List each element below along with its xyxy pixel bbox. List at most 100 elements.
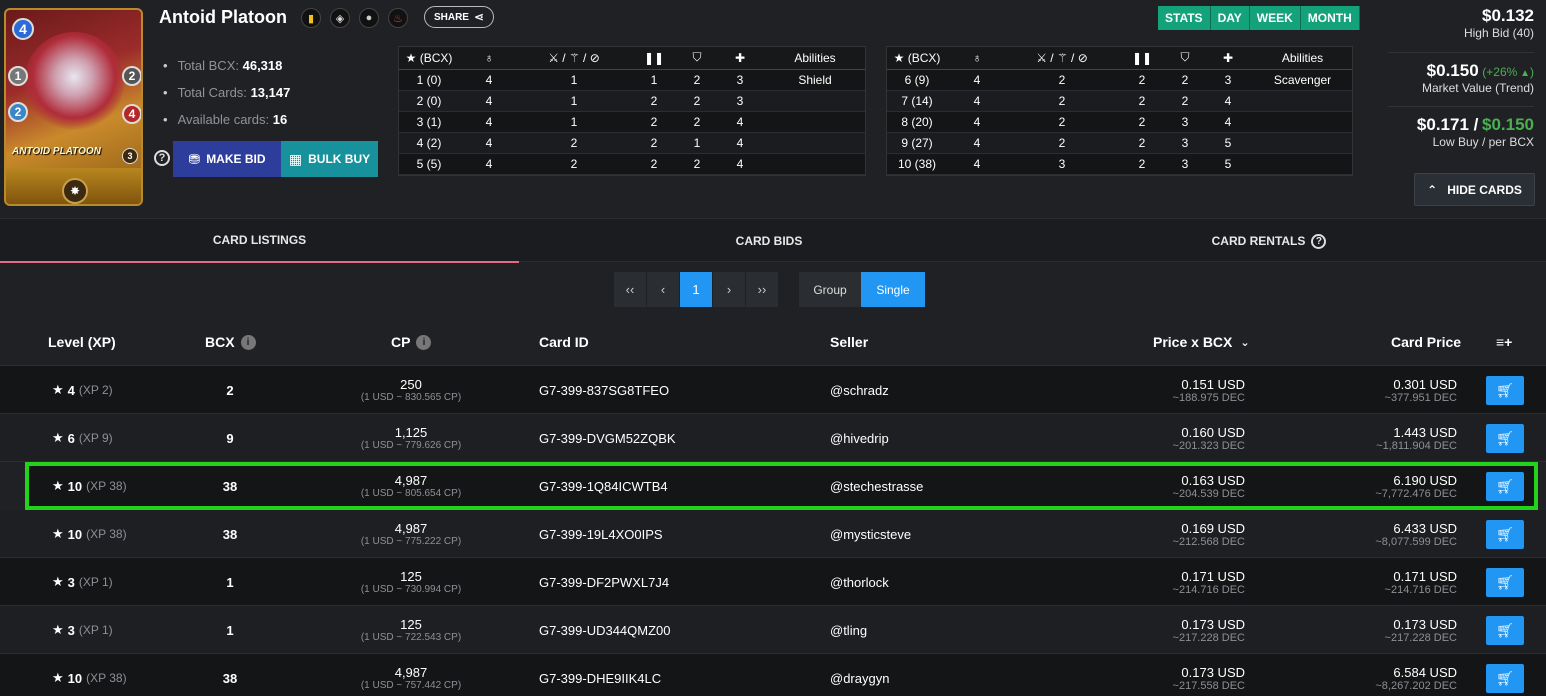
- first-page-button[interactable]: ‹‹: [614, 272, 647, 307]
- group-mode-button[interactable]: Group: [799, 272, 861, 307]
- tab-month[interactable]: MONTH: [1300, 6, 1360, 30]
- card-id-cell[interactable]: G7-399-1Q84ICWTB4: [539, 462, 668, 510]
- star-icon: ★: [52, 478, 64, 493]
- table-row[interactable]: ★ 10 (XP 38) 38 4,987 (1 USD ~ 757.442 C…: [0, 654, 1546, 696]
- total-cards: Total Cards: 13,147: [163, 79, 291, 106]
- level-cell: 4: [947, 69, 1007, 91]
- cp-cell: 4,987 (1 USD ~ 775.222 CP): [360, 521, 462, 547]
- col-bcx[interactable]: BCX i: [205, 318, 256, 366]
- level-cell: 5: [1203, 153, 1253, 175]
- tab-card-bids[interactable]: CARD BIDS: [519, 219, 1019, 263]
- make-bid-button[interactable]: ⛃ MAKE BID: [173, 141, 281, 177]
- divider: [1388, 106, 1534, 107]
- level-table-left: ★ (BCX) ♁ ⚔ / ⚚ / ⊘ ❚❚ ⛉ ✚ Abilities 1 (…: [398, 46, 866, 176]
- level-cell: [1253, 132, 1352, 154]
- type-icon: ●: [359, 8, 379, 28]
- table-row[interactable]: ★ 10 (XP 38) 38 4,987 (1 USD ~ 775.222 C…: [0, 510, 1546, 558]
- col-card-price[interactable]: Card Price: [1391, 318, 1461, 366]
- tab-week[interactable]: WEEK: [1249, 6, 1301, 30]
- prev-page-button[interactable]: ‹: [647, 272, 680, 307]
- card-art: [24, 32, 124, 132]
- cp-cell: 125 (1 USD ~ 730.994 CP): [360, 569, 462, 595]
- card-id-cell[interactable]: G7-399-837SG8TFEO: [539, 366, 669, 414]
- col-cp[interactable]: CP i: [391, 318, 432, 366]
- single-mode-button[interactable]: Single: [861, 272, 925, 307]
- add-to-cart-button[interactable]: 🛒︎: [1486, 664, 1524, 693]
- tab-card-listings[interactable]: CARD LISTINGS: [0, 219, 519, 263]
- cp-cell: 1,125 (1 USD ~ 779.626 CP): [360, 425, 462, 451]
- market-trend: (+26%: [1482, 65, 1518, 79]
- level-cell: 2: [1007, 69, 1117, 91]
- seller-cell[interactable]: @hivedrip: [830, 414, 889, 462]
- level-cell: ★ 4 (XP 2): [52, 382, 113, 398]
- period-tabs: STATS DAY WEEK MONTH: [1158, 6, 1360, 30]
- level-cell: 4: [715, 153, 765, 175]
- add-to-cart-button[interactable]: 🛒︎: [1486, 520, 1524, 549]
- level-cell: 4: [459, 111, 519, 133]
- card-id-cell[interactable]: G7-399-DVGM52ZQBK: [539, 414, 676, 462]
- level-cell: 3: [1007, 153, 1117, 175]
- hide-cards-button[interactable]: ⌃ HIDE CARDS: [1414, 173, 1535, 206]
- card-price-cell: 6.584 USD ~8,267.202 DEC: [1375, 664, 1457, 692]
- page-1-button[interactable]: 1: [680, 272, 713, 307]
- card-id-cell[interactable]: G7-399-UD344QMZ00: [539, 606, 671, 654]
- level-cell: [1253, 153, 1352, 175]
- add-to-cart-button[interactable]: 🛒︎: [1486, 616, 1524, 645]
- add-to-cart-button[interactable]: 🛒︎: [1486, 424, 1524, 453]
- col-card-id[interactable]: Card ID: [539, 318, 589, 366]
- seller-cell[interactable]: @mysticsteve: [830, 510, 911, 558]
- level-cell: 5 (5): [399, 153, 459, 175]
- level-cell: 4: [459, 153, 519, 175]
- table-row[interactable]: ★ 3 (XP 1) 1 125 (1 USD ~ 722.543 CP) G7…: [0, 606, 1546, 654]
- star-icon: ★: [52, 622, 64, 637]
- table-row[interactable]: ★ 3 (XP 1) 1 125 (1 USD ~ 730.994 CP) G7…: [0, 558, 1546, 606]
- last-page-button[interactable]: ››: [746, 272, 779, 307]
- col-price-bcx[interactable]: Price x BCX ⌄: [1153, 318, 1250, 366]
- level-cell: ★ 6 (XP 9): [52, 430, 113, 446]
- card-id-cell[interactable]: G7-399-DHE9IIK4LC: [539, 654, 661, 696]
- card-image[interactable]: 4 1 2 2 4 ANTOID PLATOON 3 ✸: [4, 8, 143, 206]
- seller-cell[interactable]: @stechestrasse: [830, 462, 923, 510]
- col-level-xp[interactable]: Level (XP): [48, 318, 116, 366]
- bcx-cell: 2: [226, 382, 234, 398]
- level-cell: 8 (20): [887, 111, 947, 133]
- tab-day[interactable]: DAY: [1210, 6, 1250, 30]
- add-to-cart-button[interactable]: 🛒︎: [1486, 568, 1524, 597]
- level-row: 4 (2) 4 2 2 1 4: [399, 132, 865, 154]
- column-settings-icon[interactable]: ≡+: [1496, 318, 1512, 366]
- share-button[interactable]: SHARE ⋖: [424, 6, 494, 28]
- level-cell: 3: [1167, 153, 1203, 175]
- bcx-cell: 9: [226, 430, 234, 446]
- cart-icon: 🛒︎: [1496, 430, 1514, 446]
- level-cell: 4: [947, 153, 1007, 175]
- level-cell: [765, 111, 865, 133]
- level-row: 10 (38) 4 3 2 3 5: [887, 153, 1352, 175]
- help-icon[interactable]: ?: [154, 150, 170, 166]
- bulk-buy-button[interactable]: ▦ BULK BUY: [281, 141, 378, 177]
- bcx-cell: 38: [222, 478, 238, 494]
- card-stats-list: Total BCX: 46,318 Total Cards: 13,147 Av…: [163, 52, 291, 133]
- table-row[interactable]: ★ 6 (XP 9) 9 1,125 (1 USD ~ 779.626 CP) …: [0, 414, 1546, 462]
- level-row: 6 (9) 4 2 2 2 3 Scavenger: [887, 69, 1352, 91]
- col-seller[interactable]: Seller: [830, 318, 868, 366]
- seller-cell[interactable]: @thorlock: [830, 558, 889, 606]
- seller-cell[interactable]: @schradz: [830, 366, 889, 414]
- table-row[interactable]: ★ 4 (XP 2) 2 250 (1 USD ~ 830.565 CP) G7…: [0, 366, 1546, 414]
- mana-col-icon: ♁: [459, 47, 519, 70]
- price-bcx-cell: 0.173 USD ~217.228 DEC: [1172, 616, 1245, 644]
- seller-cell[interactable]: @draygyn: [830, 654, 889, 696]
- next-page-button[interactable]: ›: [713, 272, 746, 307]
- card-id-cell[interactable]: G7-399-DF2PWXL7J4: [539, 558, 669, 606]
- level-cell: 4: [459, 132, 519, 154]
- level-cell: 2: [1007, 132, 1117, 154]
- level-cell: 2: [679, 153, 715, 175]
- level-cell: ★ 3 (XP 1): [52, 622, 113, 638]
- card-price-cell: 6.433 USD ~8,077.599 DEC: [1375, 520, 1457, 548]
- card-id-cell[interactable]: G7-399-19L4XO0IPS: [539, 510, 663, 558]
- add-to-cart-button[interactable]: 🛒︎: [1486, 376, 1524, 405]
- tab-card-rentals[interactable]: CARD RENTALS ?: [1019, 219, 1519, 263]
- tab-stats[interactable]: STATS: [1158, 6, 1211, 30]
- seller-cell[interactable]: @tling: [830, 606, 867, 654]
- add-to-cart-button[interactable]: 🛒︎: [1486, 472, 1524, 501]
- table-row[interactable]: ★ 10 (XP 38) 38 4,987 (1 USD ~ 805.654 C…: [25, 462, 1538, 510]
